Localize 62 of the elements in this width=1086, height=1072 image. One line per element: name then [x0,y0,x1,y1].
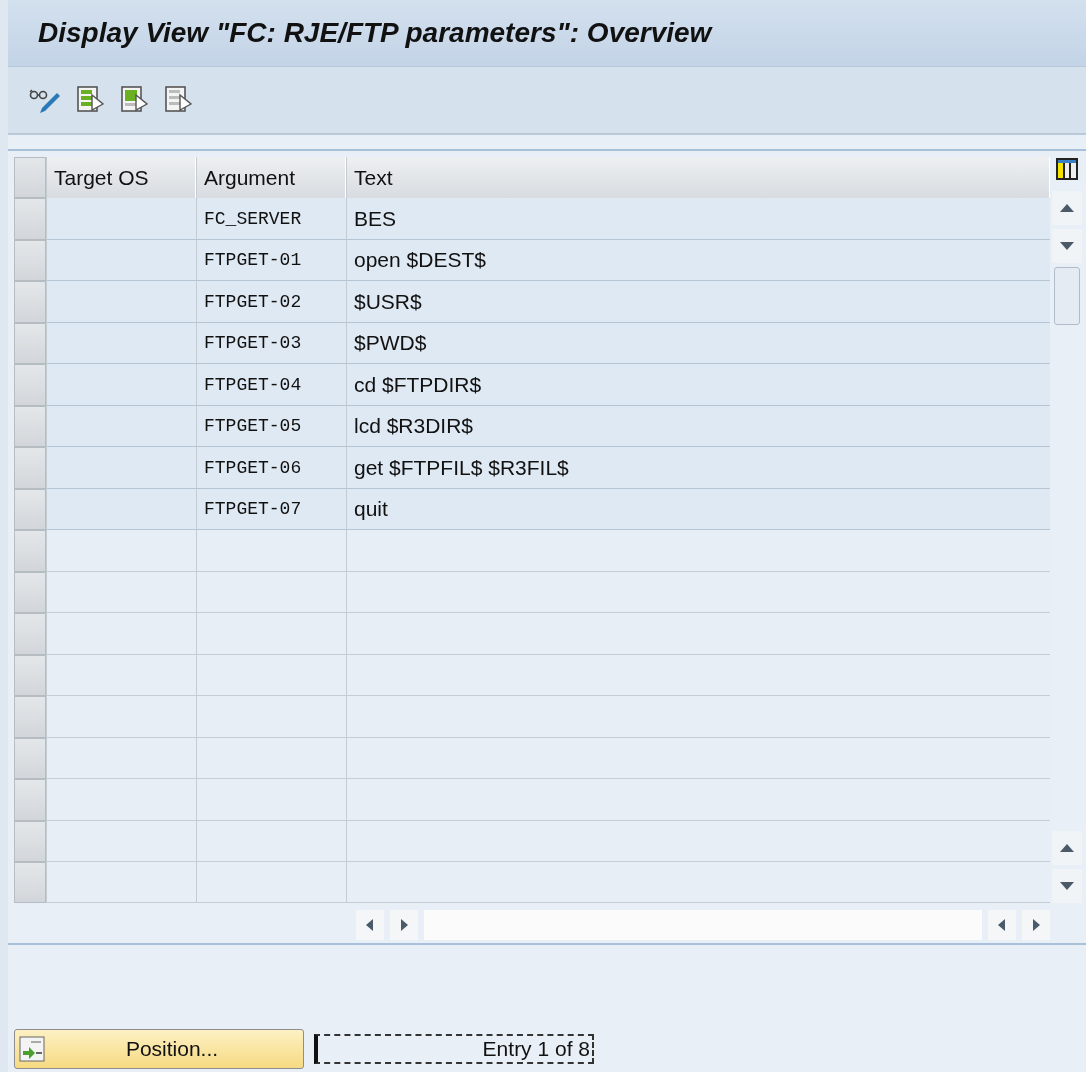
row-selector[interactable] [14,820,46,862]
scroll-left-button[interactable] [356,910,384,941]
row-selector[interactable] [14,654,46,697]
table-cell: $USR$ [346,281,1050,323]
arrow-right-icon [400,919,408,932]
table-cell: get $FTPFIL$ $R3FIL$ [346,447,1050,489]
table-cell: FTPGET-02 [196,281,346,323]
scroll-up-button[interactable] [1052,831,1082,865]
window-title: Display View "FC: RJE/FTP parameters": Overview [38,17,712,49]
arrow-right-icon [1032,919,1040,932]
table-cell: FTPGET-04 [196,364,346,406]
row-selector[interactable] [14,198,46,240]
arrow-down-icon [1060,242,1074,250]
arrow-down-icon [1060,882,1074,890]
row-selector[interactable] [14,530,46,572]
row-selector[interactable] [14,239,46,282]
row-selector[interactable] [14,488,46,531]
row-selector[interactable] [14,613,46,655]
scrollbar-thumb[interactable] [1054,267,1080,325]
table-cell: cd $FTPDIR$ [346,364,1050,406]
row-selector[interactable] [14,696,46,738]
table-cell: lcd $R3DIR$ [346,405,1050,448]
table-cell: FTPGET-06 [196,447,346,489]
scroll-right-button[interactable] [390,910,418,941]
scroll-right-button[interactable] [1022,910,1050,941]
arrow-left-icon [366,919,374,932]
table-cell: FTPGET-05 [196,405,346,448]
scroll-down-button[interactable] [1052,869,1082,903]
row-selector[interactable] [14,322,46,365]
select-all-button[interactable] [14,157,46,199]
row-selector[interactable] [14,447,46,489]
table-cell: FTPGET-07 [196,488,346,531]
row-selector[interactable] [14,737,46,780]
table-cell: FTPGET-01 [196,239,346,282]
table-cell: $PWD$ [346,322,1050,365]
row-selector[interactable] [14,779,46,821]
scroll-up-button[interactable] [1052,191,1082,225]
table-cell: FTPGET-03 [196,322,346,365]
list-cursor-icon[interactable] [120,85,150,115]
entry-counter: Entry 1 of 8 [314,1034,594,1064]
arrow-up-icon [1060,204,1074,212]
arrow-left-icon [998,919,1006,932]
column-header[interactable]: Text [346,157,1050,199]
row-selector[interactable] [14,571,46,614]
position-button[interactable]: Position... [14,1029,304,1069]
table-cell: BES [346,198,1050,240]
row-selector[interactable] [14,861,46,904]
table-cell: quit [346,488,1050,531]
row-selector[interactable] [14,281,46,323]
scroll-down-button[interactable] [1052,229,1082,263]
column-settings-icon[interactable] [1055,157,1079,181]
position-icon [19,1036,45,1062]
row-selector[interactable] [14,405,46,448]
column-header[interactable]: Target OS [46,157,196,199]
table-cell: open $DEST$ [346,239,1050,282]
arrow-up-icon [1060,844,1074,852]
row-selector[interactable] [14,364,46,406]
list-cursor-icon[interactable] [164,85,194,115]
column-header[interactable]: Argument [196,157,346,199]
scroll-left-button[interactable] [988,910,1016,941]
list-cursor-icon[interactable] [76,85,106,115]
table-cell: FC_SERVER [196,198,346,240]
